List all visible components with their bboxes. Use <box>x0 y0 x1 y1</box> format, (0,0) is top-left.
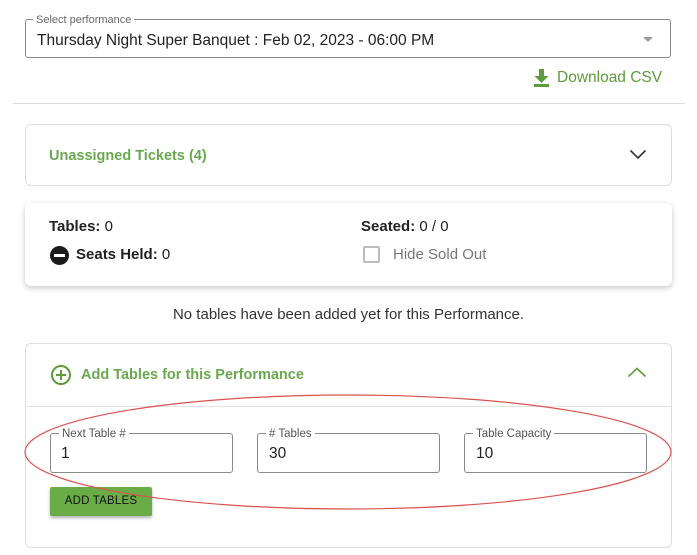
table-capacity-value[interactable]: 10 <box>476 445 493 463</box>
unassigned-tickets-title[interactable]: Unassigned Tickets (4) <box>49 147 207 165</box>
section-divider <box>13 103 685 104</box>
chevron-down-icon[interactable] <box>629 149 647 160</box>
tables-value: 0 <box>100 218 113 235</box>
plus-circle-icon[interactable] <box>51 365 71 385</box>
minus-circle-icon <box>50 246 69 265</box>
seats-held-label: Seats Held: <box>76 246 158 263</box>
seated-value: 0 / 0 <box>415 218 449 235</box>
seats-held-value: 0 <box>157 246 171 263</box>
download-csv-link[interactable]: Download CSV <box>533 67 662 89</box>
add-tables-title[interactable]: Add Tables for this Performance <box>81 366 304 384</box>
performance-select-value[interactable]: Thursday Night Super Banquet : Feb 02, 2… <box>37 31 434 51</box>
hide-sold-out-checkbox[interactable] <box>363 246 380 263</box>
add-tables-button[interactable]: ADD TABLES <box>50 487 152 516</box>
download-csv-label: Download CSV <box>557 69 663 86</box>
add-tables-divider <box>26 406 671 407</box>
seats-held-count: Seats Held: 0 <box>76 246 170 264</box>
tables-count: Tables: 0 <box>49 218 113 236</box>
tables-label: Tables: <box>49 218 101 235</box>
table-stats-card <box>25 203 672 286</box>
download-icon <box>534 69 549 87</box>
next-table-number-value[interactable]: 1 <box>61 445 70 463</box>
tables-count-value[interactable]: 30 <box>269 445 286 463</box>
seated-label: Seated: <box>361 218 416 235</box>
performance-select-label: Select performance <box>33 13 135 27</box>
dropdown-caret-icon[interactable] <box>643 37 653 42</box>
hide-sold-out-label[interactable]: Hide Sold Out <box>393 246 486 264</box>
table-capacity-label: Table Capacity <box>473 428 555 441</box>
tables-count-label: # Tables <box>266 428 315 441</box>
no-tables-message: No tables have been added yet for this P… <box>172 306 525 323</box>
chevron-up-icon[interactable] <box>627 367 647 378</box>
next-table-number-label: Next Table # <box>59 428 129 441</box>
seated-count: Seated: 0 / 0 <box>361 218 449 236</box>
